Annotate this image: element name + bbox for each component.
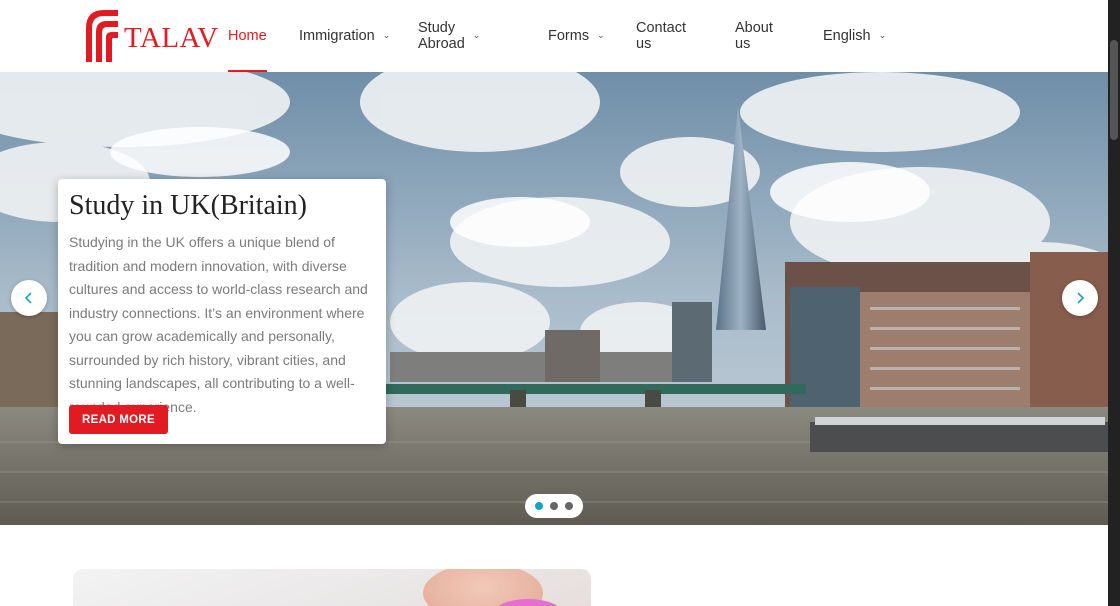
slide-caption-card: Study in UK(Britain) Studying in the UK … — [58, 179, 386, 444]
nav-about-label: About us — [735, 20, 773, 52]
slider-pagination — [525, 494, 583, 518]
slider-dot-3[interactable] — [565, 502, 573, 510]
slider-dot-2[interactable] — [550, 502, 558, 510]
nav-home[interactable]: Home — [228, 0, 267, 72]
scrollbar-thumb[interactable] — [1110, 40, 1118, 140]
chevron-down-icon: ⌄ — [472, 29, 481, 40]
nav-contact[interactable]: Contact us — [636, 0, 686, 72]
read-more-button[interactable]: READ MORE — [69, 405, 168, 434]
chevron-down-icon: ⌄ — [597, 29, 605, 40]
nav-immigration[interactable]: Immigration ⌄ — [299, 0, 390, 72]
slider-prev-button[interactable] — [11, 280, 47, 316]
section-image — [73, 569, 591, 606]
slider-next-button[interactable] — [1062, 280, 1098, 316]
nav-home-label: Home — [228, 28, 267, 44]
nav-contact-label: Contact us — [636, 20, 686, 52]
brand-logo[interactable]: TALAV — [84, 8, 219, 64]
slider-dot-1[interactable] — [535, 502, 543, 510]
language-selector[interactable]: English ⌄ — [823, 0, 886, 72]
chevron-right-icon — [1077, 292, 1085, 304]
site-header: TALAV Home Immigration ⌄ Study Abroad ⌄ … — [0, 0, 1108, 72]
brand-name: TALAV — [124, 21, 219, 54]
hero-slider: Study in UK(Britain) Studying in the UK … — [0, 72, 1108, 525]
chevron-down-icon: ⌄ — [878, 29, 887, 40]
page: TALAV Home Immigration ⌄ Study Abroad ⌄ … — [0, 0, 1120, 606]
language-label: English — [823, 28, 871, 44]
nav-about[interactable]: About us — [735, 0, 773, 72]
nav-immigration-label: Immigration — [299, 28, 375, 44]
nav-study-abroad[interactable]: Study Abroad ⌄ — [418, 0, 480, 72]
chevron-down-icon: ⌄ — [382, 29, 391, 40]
page-scrollbar[interactable] — [1108, 0, 1120, 606]
slide-title: Study in UK(Britain) — [69, 190, 307, 221]
nav-forms[interactable]: Forms ⌄ — [548, 0, 605, 72]
nav-forms-label: Forms — [548, 28, 590, 44]
nav-study-abroad-label: Study Abroad — [418, 20, 465, 52]
logo-arches-icon — [86, 10, 118, 62]
slide-description: Studying in the UK offers a unique blend… — [69, 234, 368, 415]
chevron-left-icon — [24, 292, 32, 304]
